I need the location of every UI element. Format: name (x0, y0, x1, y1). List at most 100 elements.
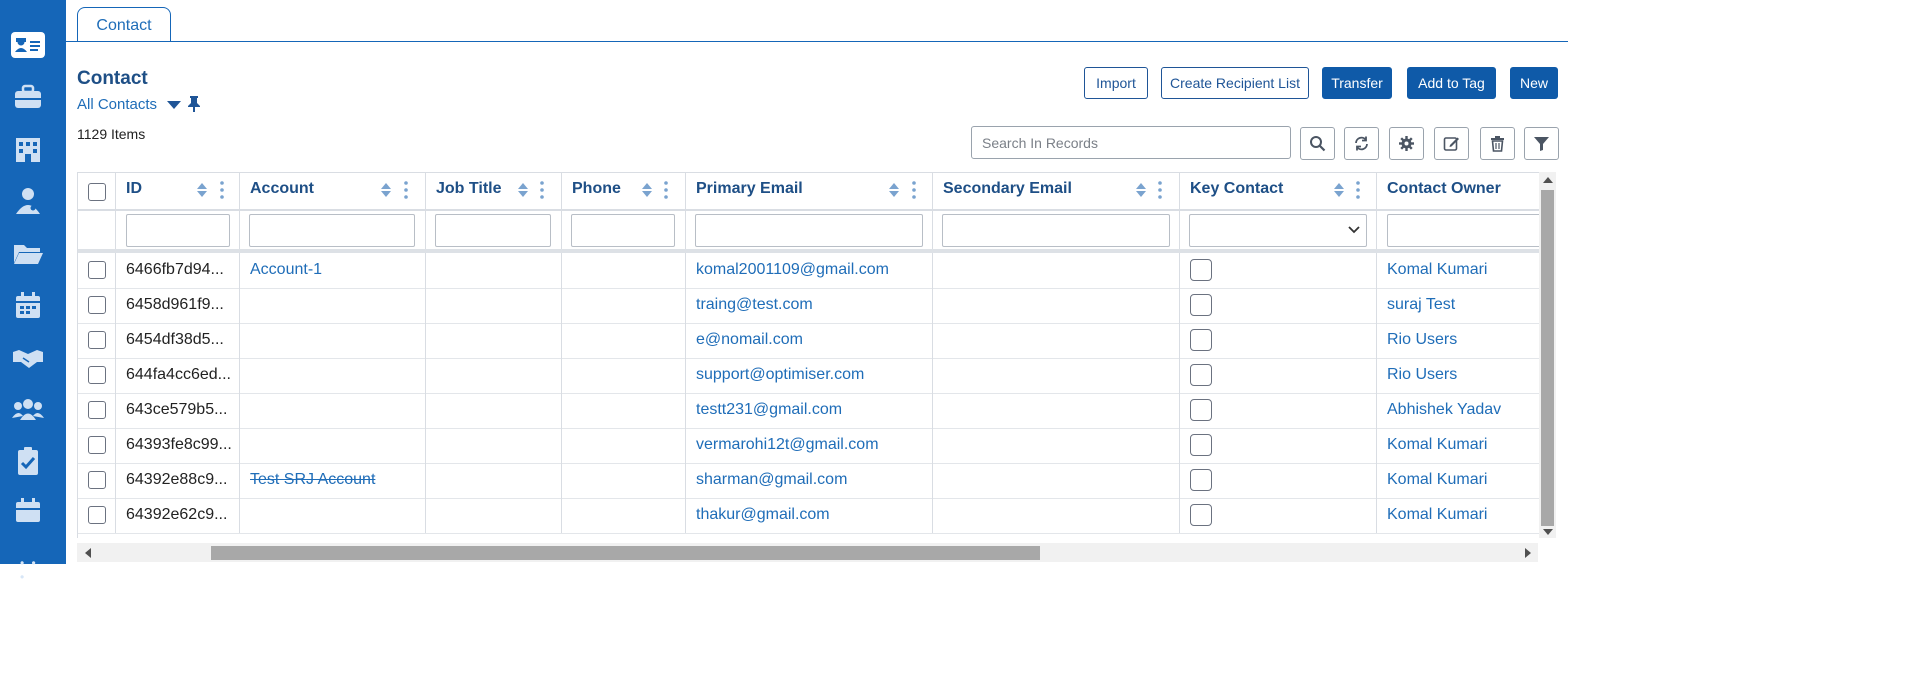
email-link[interactable]: sharman@gmail.com (696, 471, 847, 488)
email-link[interactable]: e@nomail.com (696, 331, 803, 348)
column-menu-icon[interactable] (220, 181, 224, 199)
sort-icon[interactable] (380, 182, 392, 198)
create-recipient-list-button[interactable]: Create Recipient List (1161, 67, 1309, 99)
edit-button[interactable] (1434, 127, 1469, 160)
owner-link[interactable]: Rio Users (1387, 366, 1457, 383)
sort-icon[interactable] (641, 182, 653, 198)
search-button[interactable] (1300, 127, 1335, 160)
sort-icon[interactable] (888, 182, 900, 198)
filter-input-contact-owner[interactable] (1387, 214, 1539, 247)
column-menu-icon[interactable] (912, 181, 916, 199)
table-row[interactable]: 6458d961f9... traing@test.com suraj Test (78, 288, 1539, 324)
scroll-left-arrow-icon[interactable] (85, 548, 91, 558)
transfer-button[interactable]: Transfer (1322, 67, 1392, 99)
column-header-id[interactable]: ID (116, 173, 240, 209)
filter-input-account[interactable] (249, 214, 415, 247)
column-header-primary-email[interactable]: Primary Email (686, 173, 933, 209)
owner-link[interactable]: Komal Kumari (1387, 436, 1487, 453)
owner-link[interactable]: Komal Kumari (1387, 261, 1487, 278)
key-contact-checkbox[interactable] (1190, 469, 1212, 491)
filter-select-key-contact[interactable] (1189, 214, 1367, 247)
table-row[interactable]: 6466fb7d94... Account-1 komal2001109@gmail… (78, 253, 1539, 289)
vertical-scroll-thumb[interactable] (1541, 190, 1554, 526)
email-link[interactable]: thakur@gmail.com (696, 506, 830, 523)
email-link[interactable]: komal2001109@gmail.com (696, 261, 889, 278)
folder-open-icon[interactable] (11, 236, 45, 270)
row-checkbox[interactable] (88, 471, 106, 489)
pin-icon[interactable] (186, 95, 202, 113)
view-selector[interactable]: All Contacts (77, 96, 182, 113)
account-link[interactable]: Account-1 (250, 261, 322, 278)
sort-icon[interactable] (1333, 182, 1345, 198)
column-menu-icon[interactable] (664, 181, 668, 199)
handshake-icon[interactable] (11, 340, 45, 374)
doctor-icon[interactable] (11, 184, 45, 218)
add-to-tag-button[interactable]: Add to Tag (1407, 67, 1496, 99)
row-checkbox[interactable] (88, 506, 106, 524)
horizontal-scroll-thumb[interactable] (211, 546, 1040, 560)
settings-button[interactable] (1389, 127, 1424, 160)
row-checkbox[interactable] (88, 366, 106, 384)
filter-input-phone[interactable] (571, 214, 675, 247)
row-checkbox[interactable] (88, 436, 106, 454)
owner-link[interactable]: Rio Users (1387, 331, 1457, 348)
key-contact-checkbox[interactable] (1190, 434, 1212, 456)
column-header-key-contact[interactable]: Key Contact (1180, 173, 1377, 209)
new-button[interactable]: New (1510, 67, 1558, 99)
scroll-right-arrow-icon[interactable] (1525, 548, 1531, 558)
column-header-account[interactable]: Account (240, 173, 426, 209)
scroll-down-arrow-icon[interactable] (1543, 529, 1553, 535)
contact-card-icon[interactable] (11, 32, 45, 58)
calendar-icon[interactable] (11, 288, 45, 322)
import-button[interactable]: Import (1084, 67, 1148, 99)
users-icon[interactable] (11, 392, 45, 426)
filter-input-job-title[interactable] (435, 214, 551, 247)
table-row[interactable]: 644fa4cc6ed... support@optimiser.com Rio U… (78, 358, 1539, 394)
filter-input-secondary-email[interactable] (942, 214, 1170, 247)
table-row[interactable]: 64392e62c9... thakur@gmail.com Komal Kumar… (78, 498, 1539, 534)
owner-link[interactable]: Komal Kumari (1387, 506, 1487, 523)
briefcase-icon[interactable] (11, 80, 45, 114)
email-link[interactable]: vermarohi12t@gmail.com (696, 436, 879, 453)
select-all-checkbox[interactable] (88, 183, 106, 201)
table-row[interactable]: 64393fe8c99... vermarohi12t@gmail.com Koma… (78, 428, 1539, 464)
more-dots-icon[interactable]: • • • (20, 556, 40, 584)
column-menu-icon[interactable] (1356, 181, 1360, 199)
owner-link[interactable]: suraj Test (1387, 296, 1455, 313)
table-row[interactable]: 6454df38d5... e@nomail.com Rio Users (78, 323, 1539, 359)
calendar-small-icon[interactable] (11, 494, 45, 528)
clipboard-check-icon[interactable] (11, 444, 45, 478)
owner-link[interactable]: Komal Kumari (1387, 471, 1487, 488)
sort-icon[interactable] (196, 182, 208, 198)
sort-icon[interactable] (1135, 182, 1147, 198)
email-link[interactable]: support@optimiser.com (696, 366, 864, 383)
key-contact-checkbox[interactable] (1190, 504, 1212, 526)
key-contact-checkbox[interactable] (1190, 399, 1212, 421)
refresh-button[interactable] (1344, 127, 1379, 160)
search-input[interactable] (971, 126, 1291, 159)
table-row[interactable]: 64392e88c9... Test SRJ Account sharman@gma… (78, 463, 1539, 499)
filter-button[interactable] (1524, 127, 1559, 160)
row-checkbox[interactable] (88, 401, 106, 419)
tab-contact[interactable]: Contact (77, 7, 171, 41)
sort-icon[interactable] (517, 182, 529, 198)
table-row[interactable]: 643ce579b5... testt231@gmail.com Abhishek … (78, 393, 1539, 429)
column-menu-icon[interactable] (1158, 181, 1162, 199)
column-header-phone[interactable]: Phone (562, 173, 686, 209)
column-header-secondary-email[interactable]: Secondary Email (933, 173, 1180, 209)
account-link[interactable]: Test SRJ Account (250, 471, 375, 488)
row-checkbox[interactable] (88, 296, 106, 314)
building-icon[interactable] (11, 132, 45, 166)
key-contact-checkbox[interactable] (1190, 259, 1212, 281)
filter-input-primary-email[interactable] (695, 214, 923, 247)
column-header-job-title[interactable]: Job Title (426, 173, 562, 209)
email-link[interactable]: traing@test.com (696, 296, 813, 313)
owner-link[interactable]: Abhishek Yadav (1387, 401, 1501, 418)
column-menu-icon[interactable] (404, 181, 408, 199)
column-menu-icon[interactable] (540, 181, 544, 199)
filter-input-id[interactable] (126, 214, 230, 247)
email-link[interactable]: testt231@gmail.com (696, 401, 842, 418)
row-checkbox[interactable] (88, 331, 106, 349)
delete-button[interactable] (1480, 127, 1515, 160)
key-contact-checkbox[interactable] (1190, 329, 1212, 351)
